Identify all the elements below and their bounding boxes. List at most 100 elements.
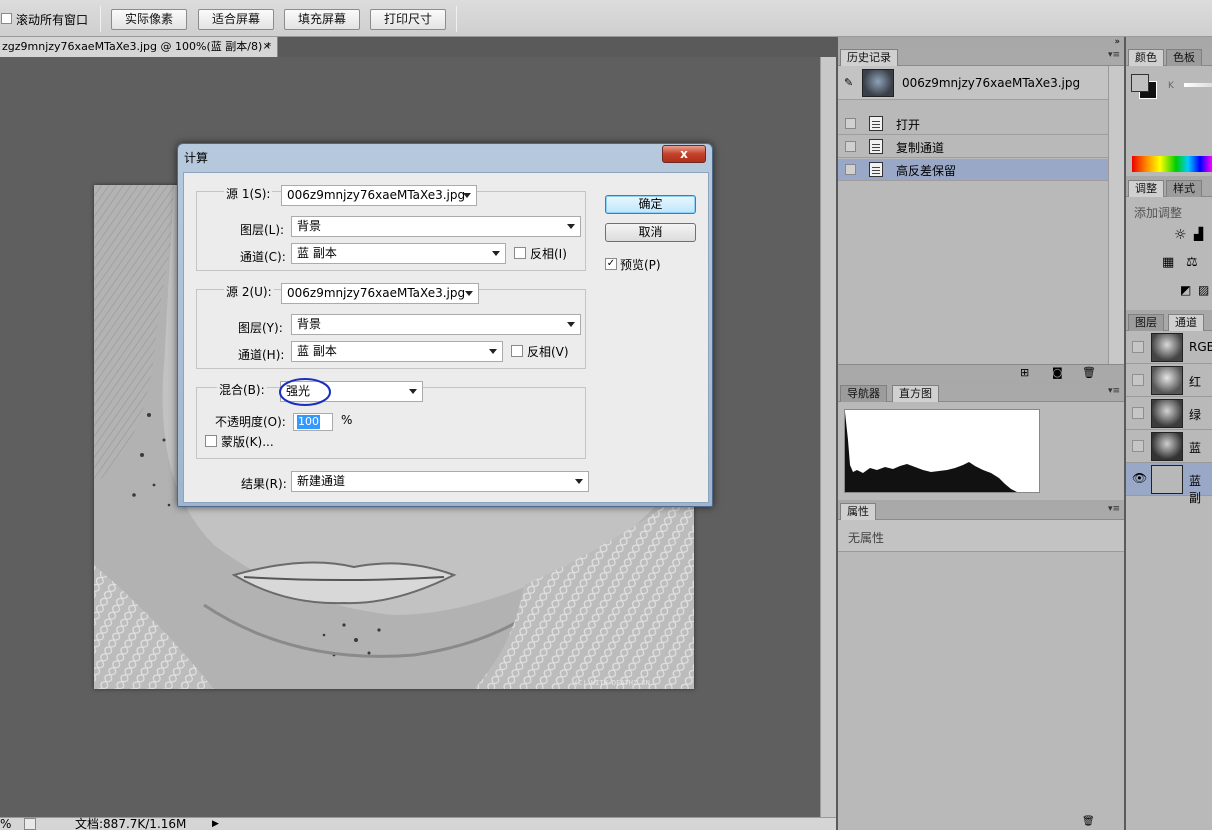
selected-value: 背景 (297, 317, 322, 331)
visibility-toggle[interactable] (1132, 341, 1144, 353)
history-checkbox[interactable] (845, 164, 856, 175)
result-label: 结果(R): (241, 477, 287, 491)
channel-label: RGB (1189, 340, 1212, 354)
tab-layers[interactable]: 图层 (1128, 314, 1164, 331)
zoom-readout[interactable]: % (0, 818, 11, 830)
source2-layer-label: 图层(Y): (238, 321, 283, 335)
visibility-toggle[interactable] (1132, 440, 1144, 452)
history-item-high-pass[interactable]: 高反差保留 (838, 159, 1108, 181)
visibility-toggle[interactable] (1132, 407, 1144, 419)
history-list: 打开 复制通道 高反差保留 (838, 113, 1108, 323)
ok-button[interactable]: 确定 (605, 195, 696, 214)
source2-channel-label: 通道(H): (238, 348, 285, 362)
history-checkbox[interactable] (845, 141, 856, 152)
source2-invert-label: 反相(V) (527, 345, 569, 359)
source2-layer-select[interactable]: 背景 (291, 314, 581, 335)
history-brush-icon[interactable]: ✎ (844, 76, 853, 89)
history-checkbox[interactable] (845, 118, 856, 129)
print-size-button[interactable]: 打印尺寸 (370, 9, 446, 30)
panel-menu-icon[interactable]: ▾≡ (1108, 504, 1120, 514)
source2-file-select[interactable]: 006z9mnjzy76xaeMTaXe3.jpg (281, 283, 479, 304)
channel-row-rgb[interactable]: RGB (1126, 331, 1212, 364)
channel-row-blue[interactable]: 蓝 (1126, 430, 1212, 463)
trash-icon[interactable]: 🗑 (1082, 366, 1096, 379)
channel-label: 蓝 (1189, 441, 1202, 455)
color-tabbar: 颜色 色板 (1126, 48, 1212, 66)
document-icon[interactable] (24, 818, 36, 830)
divider (100, 6, 101, 32)
source2-channel-select[interactable]: 蓝 副本 (291, 341, 503, 362)
source1-invert-checkbox[interactable] (514, 247, 526, 259)
scroll-all-windows-checkbox[interactable] (1, 13, 12, 24)
channel-thumbnail (1151, 465, 1183, 494)
fill-screen-button[interactable]: 填充屏幕 (284, 9, 360, 30)
document-tab[interactable]: zgz9mnjzy76xaeMTaXe3.jpg @ 100%(蓝 副本/8) … (0, 37, 278, 57)
channel-row-red[interactable]: 红 (1126, 364, 1212, 397)
tab-channels[interactable]: 通道 (1168, 314, 1204, 331)
actual-pixels-button[interactable]: 实际像素 (111, 9, 187, 30)
fit-screen-button[interactable]: 适合屏幕 (198, 9, 274, 30)
opacity-input[interactable]: 100 (293, 413, 333, 431)
source2-invert-checkbox[interactable] (511, 345, 523, 357)
panel-menu-icon[interactable]: ▾≡ (1108, 50, 1120, 60)
tab-histogram[interactable]: 直方图 (892, 385, 939, 402)
preview-checkbox[interactable]: ✓ (605, 258, 617, 270)
new-document-icon[interactable]: ⊞ (1020, 366, 1029, 379)
history-item-duplicate-channel[interactable]: 复制通道 (838, 136, 1108, 158)
status-menu-arrow-icon[interactable]: ▶ (212, 818, 219, 830)
tab-adjustments[interactable]: 调整 (1128, 180, 1164, 197)
vertical-scrollbar[interactable] (820, 57, 836, 817)
history-scrollbar[interactable] (1108, 66, 1124, 364)
balance-icon[interactable]: ⚖ (1186, 255, 1198, 270)
history-footer: ⊞ ◙ 🗑 (838, 364, 1124, 382)
tab-properties[interactable]: 属性 (840, 503, 876, 520)
brightness-icon[interactable]: ☼ (1174, 227, 1187, 243)
chevron-down-icon (409, 389, 417, 394)
exposure-icon[interactable]: ▦ (1162, 255, 1174, 270)
history-item-label: 高反差保留 (896, 164, 957, 178)
history-item-label: 复制通道 (896, 141, 945, 155)
chevron-down-icon (492, 251, 500, 256)
history-item-open[interactable]: 打开 (838, 113, 1108, 135)
history-state-icon (869, 116, 883, 131)
trash-icon[interactable]: 🗑 (1082, 816, 1095, 827)
eye-icon[interactable]: 👁 (1132, 472, 1147, 485)
tab-swatches[interactable]: 色板 (1166, 49, 1202, 66)
source1-file-select[interactable]: 006z9mnjzy76xaeMTaXe3.jpg (281, 185, 477, 206)
tab-history[interactable]: 历史记录 (840, 49, 898, 66)
gradient-map-icon[interactable]: ▨ (1198, 283, 1209, 297)
snapshot-thumbnail (862, 69, 894, 97)
visibility-toggle[interactable] (1132, 374, 1144, 386)
photo-filter-icon[interactable]: ◩ (1180, 283, 1191, 297)
color-spectrum-ramp[interactable] (1132, 156, 1212, 172)
properties-tabbar: 属性 ▾≡ (838, 502, 1124, 520)
channel-row-green[interactable]: 绿 (1126, 397, 1212, 430)
collapse-panels-icon[interactable]: » (1114, 37, 1120, 47)
channel-thumbnail (1151, 432, 1183, 461)
k-label: K (1168, 81, 1174, 91)
doc-size-info: 文档:887.7K/1.16M (75, 817, 187, 830)
selected-value: 蓝 副本 (297, 246, 337, 260)
selected-value: 蓝 副本 (297, 344, 337, 358)
cancel-button[interactable]: 取消 (605, 223, 696, 242)
channel-row-blue-copy[interactable]: 👁 蓝 副 (1126, 463, 1212, 505)
camera-icon[interactable]: ◙ (1052, 366, 1063, 379)
foreground-color-swatch[interactable] (1131, 74, 1149, 92)
source1-channel-select[interactable]: 蓝 副本 (291, 243, 506, 264)
properties-panel: 属性 ▾≡ 无属性 🗑 (838, 502, 1124, 830)
annotation-circle (279, 378, 331, 406)
levels-icon[interactable]: ▟ (1194, 227, 1203, 241)
mask-checkbox[interactable] (205, 435, 217, 447)
channel-thumbnail (1151, 333, 1183, 362)
result-select[interactable]: 新建通道 (291, 471, 589, 492)
chevron-down-icon (567, 224, 575, 229)
panel-menu-icon[interactable]: ▾≡ (1108, 386, 1120, 396)
tab-styles[interactable]: 样式 (1166, 180, 1202, 197)
source1-layer-select[interactable]: 背景 (291, 216, 581, 237)
close-icon[interactable]: x (662, 145, 706, 163)
history-snapshot-row[interactable]: ✎ 006z9mnjzy76xaeMTaXe3.jpg (838, 66, 1108, 100)
k-slider[interactable] (1184, 83, 1212, 87)
tab-color[interactable]: 颜色 (1128, 49, 1164, 66)
close-icon[interactable]: × (263, 37, 271, 56)
tab-navigator[interactable]: 导航器 (840, 385, 887, 402)
